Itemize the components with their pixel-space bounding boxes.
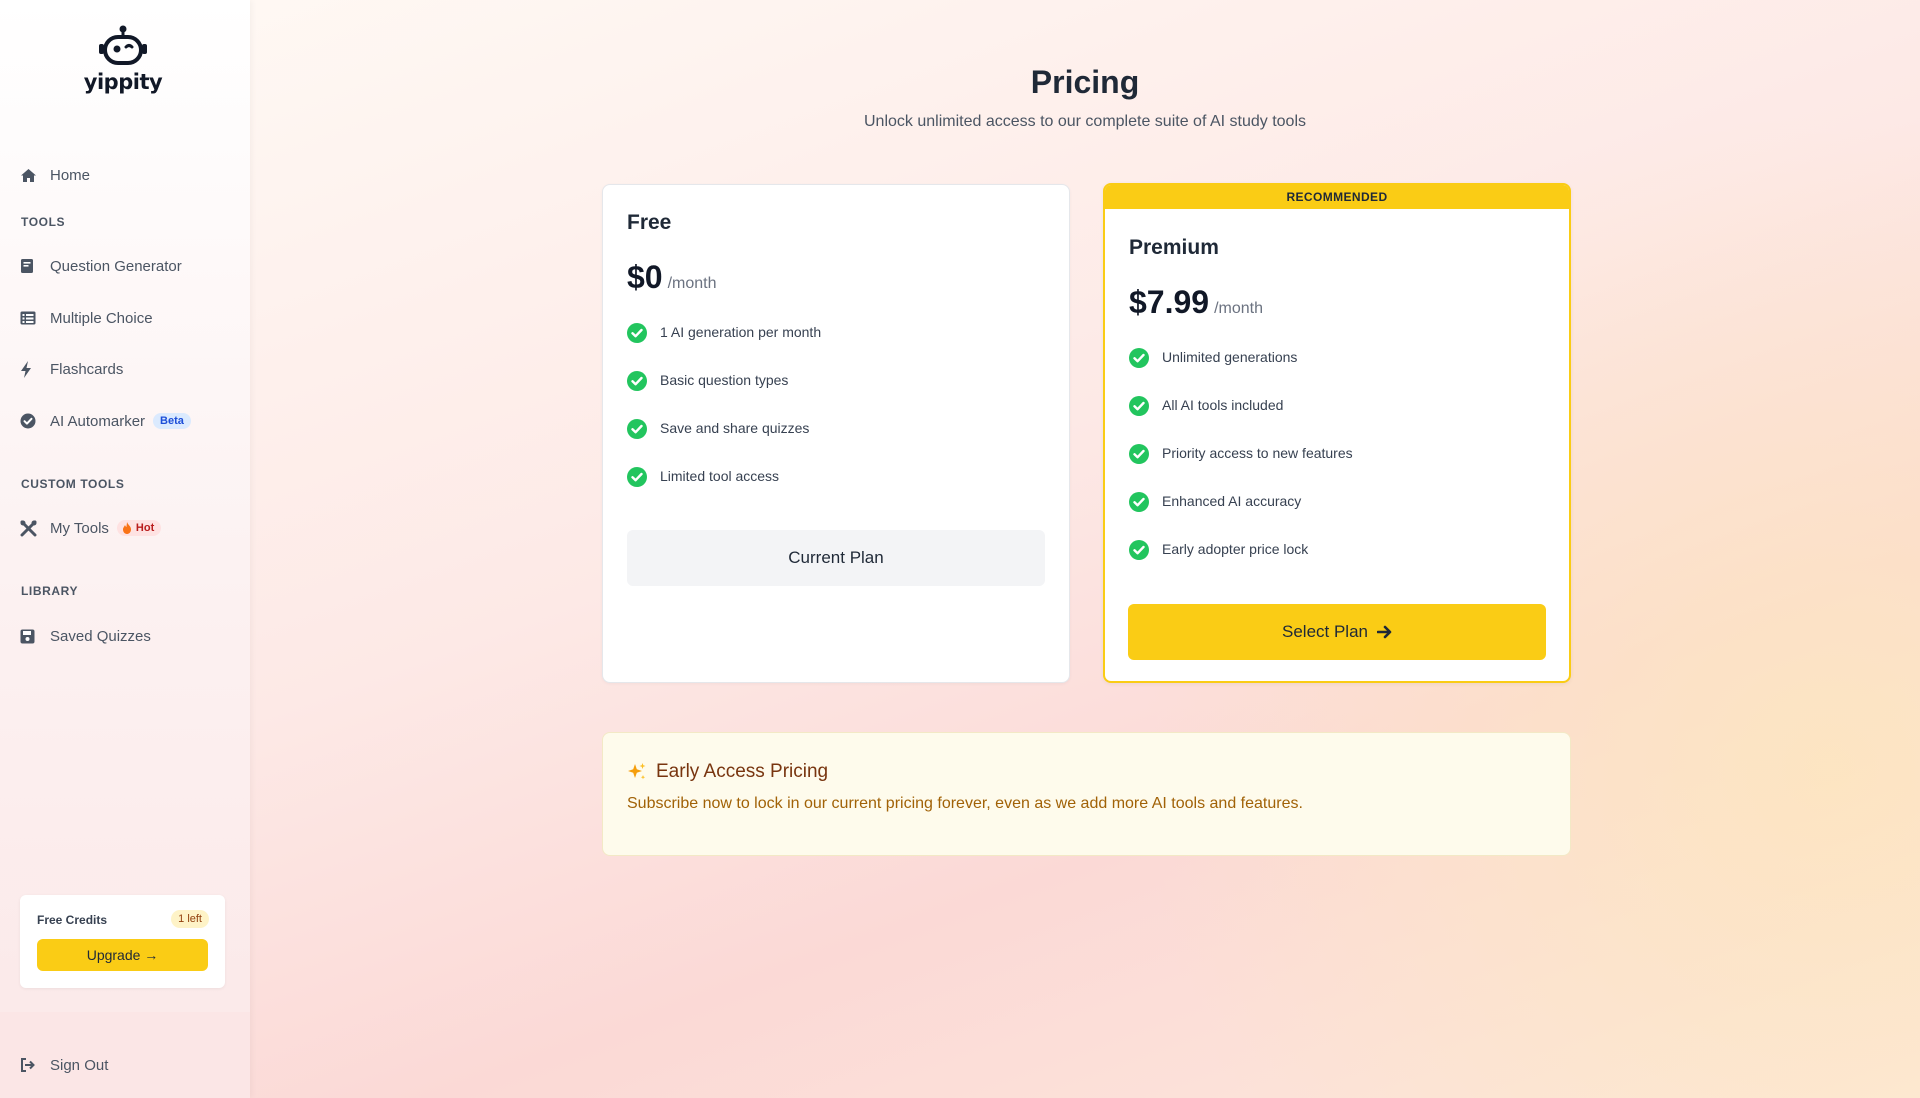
plan-price: $7.99 /month <box>1129 284 1263 321</box>
plan-card-free: Free $0 /month 1 AI generation per month… <box>602 184 1070 683</box>
feature-item: Basic question types <box>627 370 821 418</box>
signout-area: Sign Out <box>0 1012 250 1098</box>
page-subtitle: Unlock unlimited access to our complete … <box>864 113 1306 130</box>
recommended-banner: RECOMMENDED <box>1105 185 1569 209</box>
plan-price: $0 /month <box>627 259 717 296</box>
tools-icon <box>20 519 42 537</box>
sparkles-icon <box>628 763 646 780</box>
robot-logo-icon <box>99 25 147 65</box>
feature-text: 1 AI generation per month <box>660 324 822 340</box>
sidebar-item-ai-automarker[interactable]: AI Automarker Beta <box>20 404 191 438</box>
sidebar-item-saved-quizzes[interactable]: Saved Quizzes <box>20 619 151 653</box>
early-access-heading: Early Access Pricing <box>627 761 828 783</box>
price-period: /month <box>1214 300 1263 317</box>
logo-text: yippity <box>83 70 163 94</box>
feature-item: 1 AI generation per month <box>627 322 821 370</box>
price-amount: $0 <box>627 259 663 295</box>
sign-out-button[interactable]: Sign Out <box>20 1050 108 1080</box>
check-icon <box>627 419 647 439</box>
feature-item: Limited tool access <box>627 466 821 514</box>
feature-text: Basic question types <box>660 372 789 388</box>
save-icon <box>20 627 42 645</box>
home-icon <box>20 166 42 184</box>
bolt-icon <box>20 360 42 378</box>
price-amount: $7.99 <box>1129 284 1210 320</box>
feature-item: Enhanced AI accuracy <box>1129 491 1353 539</box>
sidebar-item-label: Saved Quizzes <box>50 627 151 645</box>
sidebar: yippity Home TOOLS Question Generator Mu… <box>0 0 250 1098</box>
feature-item: Save and share quizzes <box>627 418 821 466</box>
plan-name: Free <box>627 211 672 234</box>
feature-list: 1 AI generation per month Basic question… <box>627 322 821 514</box>
select-plan-button[interactable]: Select Plan <box>1128 604 1546 660</box>
sidebar-item-my-tools[interactable]: My Tools Hot <box>20 511 162 545</box>
feature-item: Priority access to new features <box>1129 443 1353 491</box>
book-icon <box>20 257 42 275</box>
check-icon <box>1129 396 1149 416</box>
current-plan-button[interactable]: Current Plan <box>627 530 1045 586</box>
feature-item: All AI tools included <box>1129 395 1353 443</box>
list-icon <box>20 309 42 327</box>
sidebar-item-label: Multiple Choice <box>50 309 153 327</box>
feature-text: Limited tool access <box>660 468 780 484</box>
section-tools-heading: TOOLS <box>21 215 66 229</box>
beta-badge: Beta <box>153 413 191 429</box>
check-icon <box>1129 492 1149 512</box>
section-custom-tools-heading: CUSTOM TOOLS <box>21 477 125 491</box>
feature-item: Early adopter price lock <box>1129 539 1353 587</box>
logo[interactable]: yippity <box>80 24 166 94</box>
sign-out-icon <box>20 1058 42 1072</box>
feature-item: Unlimited generations <box>1129 347 1353 395</box>
check-circle-icon <box>20 412 42 430</box>
credits-remaining-badge: 1 left <box>171 910 209 928</box>
check-icon <box>627 323 647 343</box>
plan-name: Premium <box>1129 236 1219 259</box>
early-access-text: Subscribe now to lock in our current pri… <box>627 795 1303 812</box>
check-icon <box>627 371 647 391</box>
feature-text: Enhanced AI accuracy <box>1162 493 1302 509</box>
fire-icon <box>122 522 131 534</box>
feature-list: Unlimited generations All AI tools inclu… <box>1129 347 1353 587</box>
feature-text: Priority access to new features <box>1162 445 1353 461</box>
feature-text: Early adopter price lock <box>1162 541 1309 557</box>
select-plan-label: Select Plan <box>1282 622 1368 641</box>
sidebar-item-label: Home <box>50 166 91 184</box>
sidebar-item-label: My Tools <box>50 519 109 537</box>
feature-text: Save and share quizzes <box>660 420 810 436</box>
sidebar-item-flashcards[interactable]: Flashcards <box>20 352 123 386</box>
page-title: Pricing <box>1030 64 1140 100</box>
credits-card: Free Credits 1 left Upgrade → <box>20 895 225 988</box>
check-icon <box>1129 348 1149 368</box>
sign-out-label: Sign Out <box>50 1056 109 1074</box>
early-access-notice: Early Access Pricing Subscribe now to lo… <box>602 732 1571 856</box>
early-access-title: Early Access Pricing <box>656 761 829 782</box>
section-library-heading: LIBRARY <box>21 584 79 598</box>
feature-text: Unlimited generations <box>1162 349 1298 365</box>
check-icon <box>1129 540 1149 560</box>
check-icon <box>1129 444 1149 464</box>
credits-label: Free Credits <box>37 913 108 927</box>
arrow-right-icon <box>1377 625 1392 639</box>
sidebar-item-label: AI Automarker <box>50 412 146 430</box>
sidebar-item-label: Flashcards <box>50 360 124 378</box>
hot-badge-label: Hot <box>135 522 155 534</box>
plan-card-premium: RECOMMENDED Premium $7.99 /month Unlimit… <box>1103 183 1571 683</box>
upgrade-button[interactable]: Upgrade → <box>37 939 208 971</box>
price-period: /month <box>667 275 717 292</box>
sidebar-item-label: Question Generator <box>50 257 182 275</box>
sidebar-item-question-generator[interactable]: Question Generator <box>20 249 182 283</box>
sidebar-item-home[interactable]: Home <box>20 158 90 192</box>
feature-text: All AI tools included <box>1162 397 1284 413</box>
hot-badge: Hot <box>116 520 162 536</box>
check-icon <box>627 467 647 487</box>
sidebar-item-multiple-choice[interactable]: Multiple Choice <box>20 301 153 335</box>
